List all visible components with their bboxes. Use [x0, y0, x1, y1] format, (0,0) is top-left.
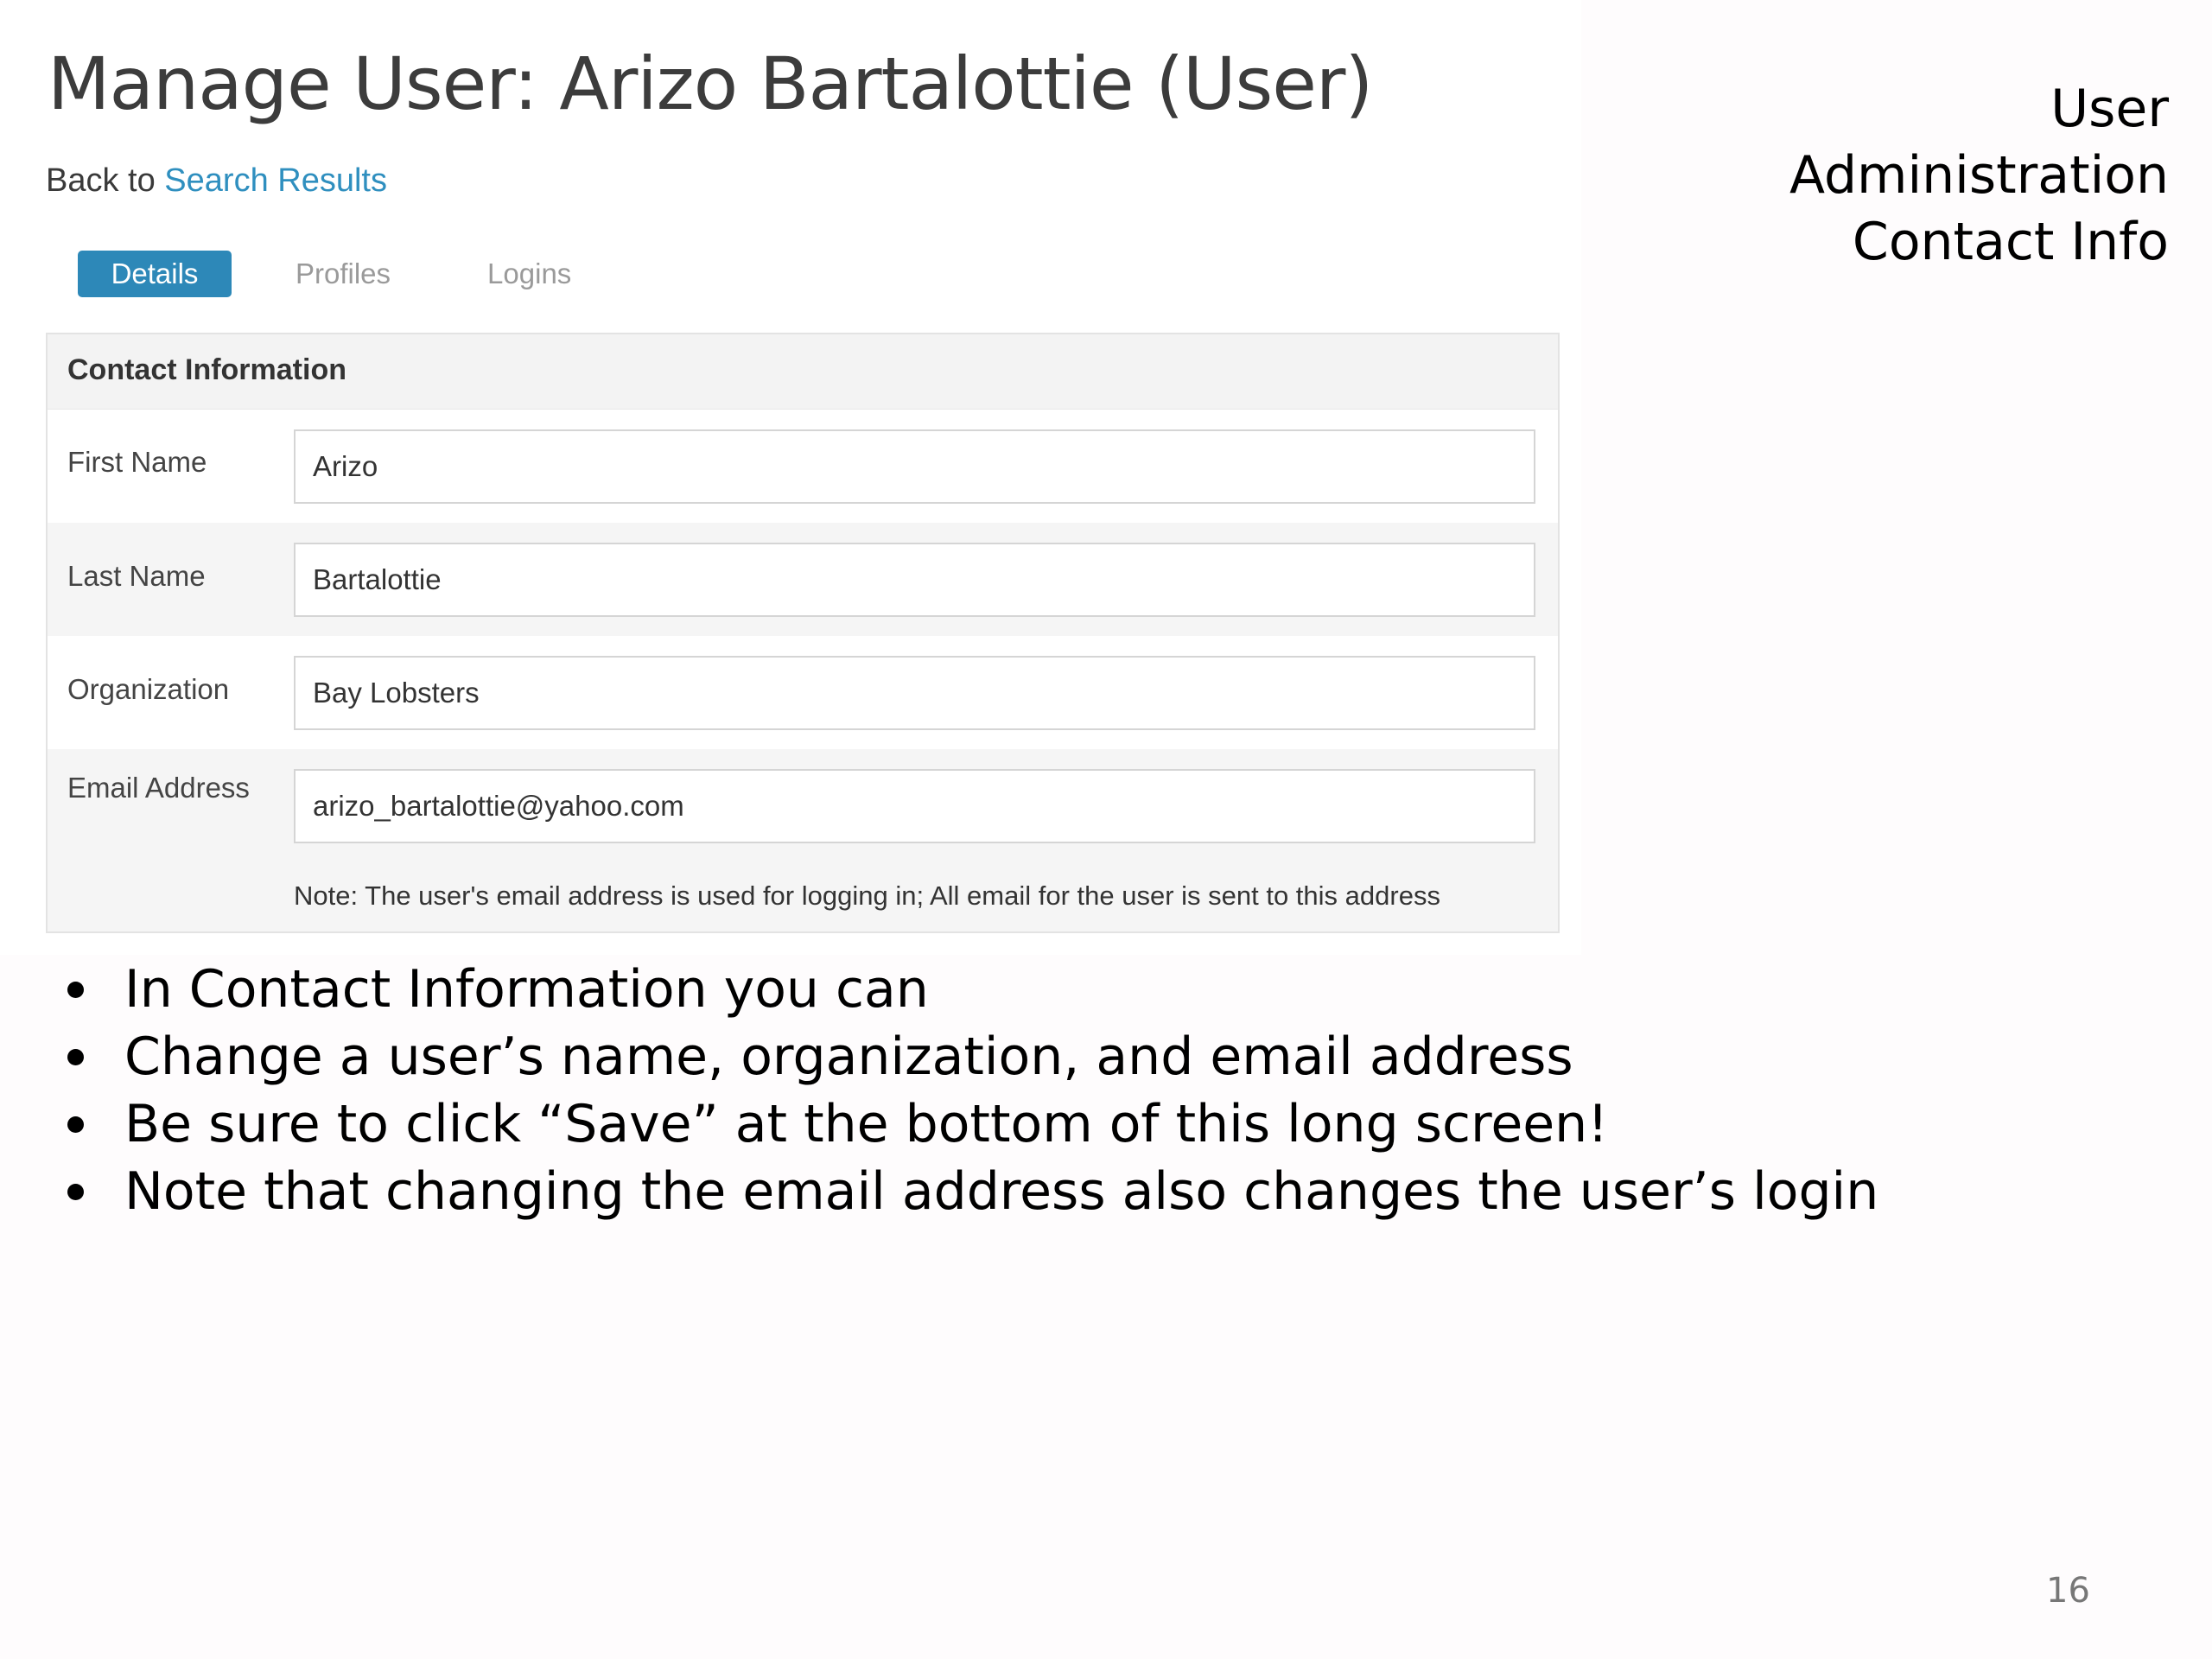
back-prefix: Back to [46, 162, 165, 199]
first-name-row: First Name [48, 410, 1558, 523]
bullet-list: In Contact Information you can Change a … [67, 956, 1878, 1225]
last-name-input[interactable] [294, 543, 1535, 617]
tab-profiles[interactable]: Profiles [296, 251, 391, 297]
page-title: Manage User: Arizo Bartalottie (User) [48, 41, 1373, 126]
bullet-text: Change a user’s name, organization, and … [124, 1027, 1573, 1087]
bullet-text: Note that changing the email address als… [124, 1161, 1879, 1222]
tab-logins[interactable]: Logins [487, 251, 571, 297]
first-name-input[interactable] [294, 429, 1535, 504]
slide-heading: User Administration Contact Info [1719, 76, 2169, 276]
slide-heading-line-2: Administration [1789, 145, 2169, 206]
bullet-item: In Contact Information you can [67, 956, 1878, 1023]
organization-input[interactable] [294, 656, 1535, 730]
search-results-link[interactable]: Search Results [164, 162, 387, 199]
email-address-input[interactable] [294, 769, 1535, 843]
slide-heading-line-3: Contact Info [1852, 212, 2169, 272]
bullet-dot-icon [67, 982, 84, 998]
last-name-label: Last Name [67, 560, 206, 592]
panel-title: Contact Information [67, 353, 346, 386]
bullet-text: Be sure to click “Save” at the bottom of… [124, 1094, 1609, 1154]
bullet-dot-icon [67, 1049, 84, 1065]
email-address-label: Email Address [67, 772, 250, 804]
ui-screenshot: Manage User: Arizo Bartalottie (User) Ba… [0, 0, 1581, 955]
tab-details[interactable]: Details [78, 251, 232, 297]
bullet-item: Be sure to click “Save” at the bottom of… [67, 1090, 1878, 1158]
organization-label: Organization [67, 673, 230, 705]
first-name-label: First Name [67, 446, 207, 478]
organization-row: Organization [48, 636, 1558, 749]
bullet-text: In Contact Information you can [124, 959, 929, 1020]
email-note: Note: The user's email address is used f… [294, 880, 1440, 911]
breadcrumb: Back to Search Results [46, 162, 387, 200]
bullet-dot-icon [67, 1116, 84, 1133]
last-name-row: Last Name [48, 523, 1558, 636]
tab-bar: Details Profiles Logins [78, 251, 571, 297]
panel-header: Contact Information [48, 334, 1558, 410]
bullet-dot-icon [67, 1184, 84, 1200]
bullet-item: Change a user’s name, organization, and … [67, 1023, 1878, 1090]
contact-information-panel: Contact Information First Name Last Name… [46, 333, 1560, 933]
bullet-item: Note that changing the email address als… [67, 1158, 1878, 1225]
slide-heading-line-1: User [2050, 79, 2169, 139]
page-number: 16 [2046, 1571, 2090, 1611]
